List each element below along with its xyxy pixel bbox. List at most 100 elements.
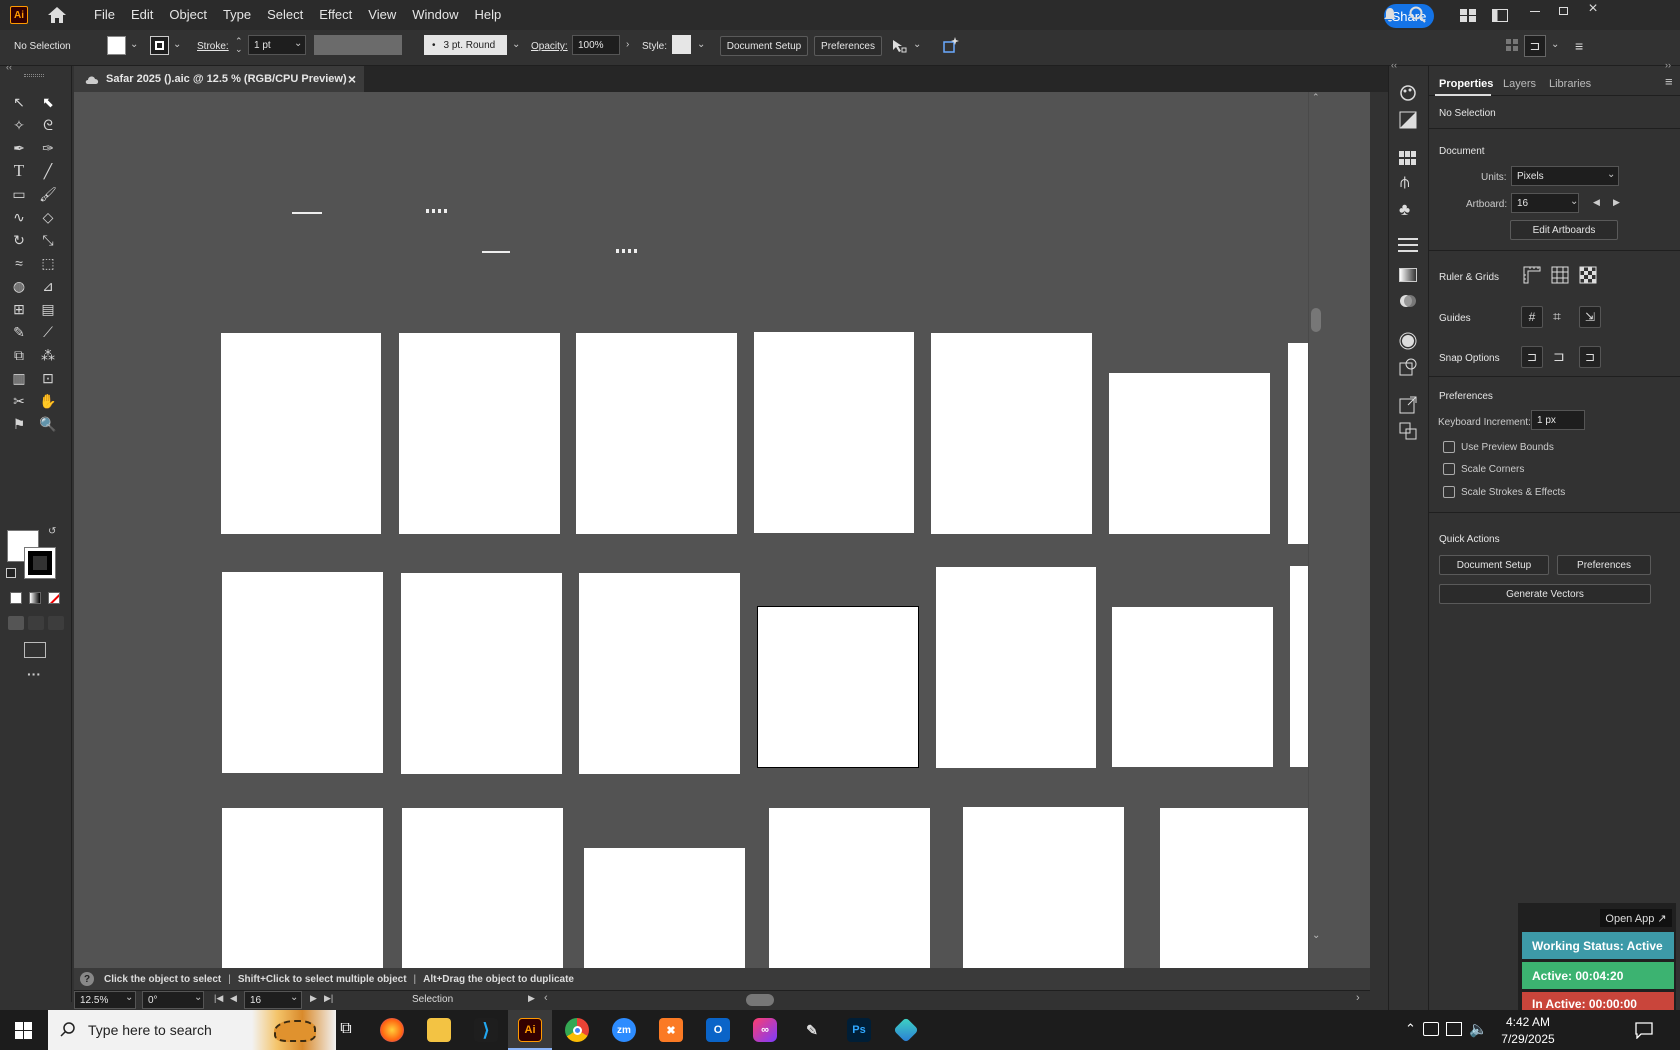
tab-libraries[interactable]: Libraries: [1549, 78, 1591, 90]
clock-time[interactable]: 4:42 AM: [1495, 1015, 1561, 1029]
graphic-styles-icon[interactable]: [1399, 358, 1417, 376]
stroke-color-box[interactable]: [24, 547, 56, 579]
brush-dropdown-icon[interactable]: ⌄: [512, 39, 520, 50]
stroke-stepper-icon[interactable]: ⌃ ⌄: [235, 37, 243, 54]
artboard-tool-icon[interactable]: ⊡: [38, 368, 58, 388]
units-select[interactable]: Pixels: [1511, 166, 1619, 186]
pen-app-icon[interactable]: ✎: [800, 1018, 824, 1042]
volume-icon[interactable]: 🔈: [1469, 1020, 1488, 1038]
menu-view[interactable]: View: [360, 0, 404, 30]
rotate-tool-icon[interactable]: ↻: [9, 230, 29, 250]
open-app-button[interactable]: Open App ↗: [1600, 909, 1672, 927]
scale-strokes-checkbox[interactable]: [1443, 486, 1455, 498]
pen-tool-icon[interactable]: ✒: [9, 138, 29, 158]
zoom-app-icon[interactable]: zm: [612, 1018, 636, 1042]
keyboard-increment-input[interactable]: 1 px: [1531, 410, 1585, 430]
default-colors-icon[interactable]: [6, 568, 16, 578]
vertical-scrollbar[interactable]: [1308, 92, 1322, 968]
document-tab[interactable]: Safar 2025 ().aic @ 12.5 % (RGB/CPU Prev…: [74, 66, 364, 92]
search-icon[interactable]: [1409, 6, 1427, 24]
firefox-icon[interactable]: [380, 1018, 404, 1042]
horizontal-scroll-thumb[interactable]: [746, 994, 774, 1006]
menu-type[interactable]: Type: [215, 0, 259, 30]
notification-bell-icon[interactable]: [1382, 7, 1398, 23]
draw-behind-icon[interactable]: [28, 616, 44, 630]
select-similar-icon[interactable]: [891, 38, 907, 54]
arrange-icon[interactable]: [1506, 39, 1518, 51]
next-artboard-icon[interactable]: ▶: [310, 993, 317, 1004]
tab-properties[interactable]: Properties: [1439, 78, 1493, 90]
slice-tool-icon[interactable]: ✂: [9, 391, 29, 411]
transparency-icon[interactable]: [1399, 292, 1417, 310]
artboard[interactable]: [1160, 808, 1320, 968]
artboard[interactable]: [754, 332, 914, 533]
artboard[interactable]: [576, 333, 737, 534]
shape-builder-tool-icon[interactable]: ◍: [9, 276, 29, 296]
eyedropper-tool-icon[interactable]: ✎: [9, 322, 29, 342]
scale-tool-icon[interactable]: ⤡: [38, 230, 58, 250]
artboard-select[interactable]: 16: [1511, 193, 1579, 213]
style-swatch[interactable]: [672, 35, 691, 54]
lasso-tool-icon[interactable]: ᘓ: [38, 115, 58, 135]
snap-toggle[interactable]: ⊐: [1524, 35, 1546, 57]
hand-tool-icon[interactable]: ✋: [38, 391, 58, 411]
menu-file[interactable]: File: [86, 0, 123, 30]
draw-inside-icon[interactable]: [48, 616, 64, 630]
collapse-dock-icon[interactable]: ‹‹: [1391, 60, 1397, 70]
selection-tool-icon[interactable]: ↖: [9, 92, 29, 112]
menu-window[interactable]: Window: [404, 0, 466, 30]
fill-swatch[interactable]: [107, 36, 126, 55]
scroll-down-icon[interactable]: ⌄: [1312, 930, 1320, 941]
edit-toolbar-icon[interactable]: ···: [27, 666, 41, 682]
artboard-dropdown-icon[interactable]: ⌄: [1570, 196, 1578, 207]
workspace-icon[interactable]: [1492, 9, 1508, 22]
artboard[interactable]: [584, 848, 745, 968]
help-icon[interactable]: ?: [80, 972, 94, 986]
screen-mode-icon[interactable]: [24, 642, 46, 658]
brushes-icon[interactable]: ⫛: [1400, 174, 1410, 192]
menu-object[interactable]: Object: [161, 0, 215, 30]
fill-dropdown-icon[interactable]: ⌄: [130, 39, 138, 50]
preferences-button[interactable]: Preferences: [814, 36, 882, 56]
rectangle-tool-icon[interactable]: ▭: [9, 184, 29, 204]
illustrator-taskbar-icon[interactable]: Ai: [518, 1018, 542, 1042]
show-hidden-icons[interactable]: ⌃: [1405, 1021, 1416, 1037]
windows-start-icon[interactable]: [15, 1022, 32, 1039]
artboard[interactable]: [1290, 566, 1310, 767]
show-guides-icon[interactable]: #: [1521, 306, 1543, 328]
color-panel-icon[interactable]: [1399, 84, 1417, 102]
stroke-swatch[interactable]: [150, 36, 169, 55]
vscode-icon[interactable]: ⟩: [474, 1018, 498, 1042]
outlook-icon[interactable]: O: [706, 1018, 730, 1042]
taskbar-search-box[interactable]: Type here to search: [48, 1010, 336, 1050]
perspective-grid-tool-icon[interactable]: ⊿: [38, 276, 58, 296]
active-artboard[interactable]: [757, 606, 919, 768]
paintbrush-tool-icon[interactable]: 🖌: [38, 184, 58, 204]
eraser-tool-icon[interactable]: ◇: [38, 207, 58, 227]
gradient-panel-icon[interactable]: [1399, 268, 1417, 282]
type-tool-icon[interactable]: T: [9, 161, 29, 181]
grid-icon[interactable]: [1551, 266, 1569, 284]
gradient-tool-icon[interactable]: ▤: [38, 299, 58, 319]
document-setup-button[interactable]: Document Setup: [720, 36, 808, 56]
scroll-up-icon[interactable]: ⌃: [1312, 92, 1320, 103]
brush-definition[interactable]: • 3 pt. Round: [424, 35, 507, 55]
direct-selection-tool-icon[interactable]: ⬉: [38, 92, 58, 112]
swatches-icon[interactable]: [1399, 151, 1417, 165]
gradient-mode-icon[interactable]: [29, 592, 41, 604]
home-icon[interactable]: [46, 6, 68, 24]
symbols-icon[interactable]: ♣: [1399, 200, 1410, 220]
scroll-left-icon[interactable]: ‹: [544, 992, 548, 1004]
artboard[interactable]: [222, 572, 383, 773]
collapse-toolbar-icon[interactable]: ‹‹: [6, 62, 12, 72]
opacity-input[interactable]: 100%: [572, 35, 620, 55]
artboard-nav-dropdown-icon[interactable]: ⌄: [290, 992, 298, 1003]
artboard[interactable]: [1288, 343, 1308, 544]
scale-corners-checkbox[interactable]: [1443, 463, 1455, 475]
tab-layers[interactable]: Layers: [1503, 78, 1536, 90]
recolor-icon[interactable]: [942, 36, 960, 54]
next-artboard-icon[interactable]: ▶: [1613, 197, 1620, 208]
previous-artboard-icon[interactable]: ◀: [1593, 197, 1600, 208]
rulers-icon[interactable]: [1523, 266, 1541, 284]
chrome-icon[interactable]: [565, 1018, 589, 1042]
